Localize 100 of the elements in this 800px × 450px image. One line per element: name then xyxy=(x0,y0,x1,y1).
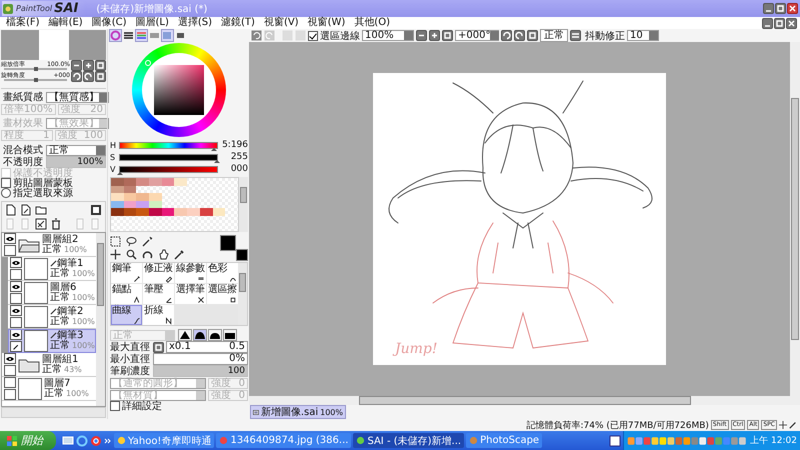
lock-toggle[interactable] xyxy=(4,245,16,256)
flip-button[interactable] xyxy=(570,30,581,41)
taskbar-button[interactable]: PhotoScape xyxy=(466,433,542,448)
opacity-slider[interactable]: 100% xyxy=(46,156,106,168)
desktop-icon[interactable] xyxy=(62,434,74,446)
menu-item[interactable]: 圖層(L) xyxy=(135,17,169,29)
visibility-toggle[interactable] xyxy=(4,233,16,244)
trash-icon[interactable] xyxy=(50,218,62,230)
color-swatch[interactable] xyxy=(174,178,188,186)
color-slider[interactable] xyxy=(119,142,218,148)
swatches-tab[interactable] xyxy=(162,30,173,40)
browser-icon[interactable] xyxy=(90,434,102,446)
menu-item[interactable]: 選擇(S) xyxy=(178,17,212,29)
mask-icon[interactable] xyxy=(90,204,102,216)
hsv-slider-tab[interactable] xyxy=(136,30,147,40)
checkbox-option[interactable]: 剪貼圖層蒙板 xyxy=(1,178,106,188)
brush-tool[interactable]: 鋼筆 xyxy=(111,263,142,283)
brush-tool[interactable]: 修正液 xyxy=(143,263,174,283)
more-icon[interactable] xyxy=(104,436,112,444)
rgb-slider-tab[interactable] xyxy=(123,30,134,40)
layer-item[interactable]: 圖層6 正常 100% xyxy=(8,281,96,305)
color-slider[interactable] xyxy=(119,154,218,160)
size-field[interactable]: x0.1 0.5 xyxy=(166,341,248,353)
color-swatch[interactable] xyxy=(124,178,136,186)
color-swatch[interactable] xyxy=(136,208,150,216)
zoom-in-button[interactable] xyxy=(83,60,94,71)
minimize-button[interactable] xyxy=(763,3,774,14)
brush-tool[interactable]: 曲線 xyxy=(111,305,142,325)
color-swatch[interactable] xyxy=(200,208,213,216)
color-swatch[interactable] xyxy=(212,208,226,216)
reset-button[interactable] xyxy=(527,30,538,41)
brush-tip-shape[interactable] xyxy=(208,329,222,341)
undo-button[interactable] xyxy=(251,30,262,41)
rotate-icon[interactable] xyxy=(142,249,153,260)
browser-icon[interactable] xyxy=(76,434,88,446)
close-button[interactable] xyxy=(787,3,798,14)
color-swatch[interactable] xyxy=(124,193,136,201)
zoom-out-button[interactable] xyxy=(416,30,427,41)
visibility-toggle[interactable] xyxy=(10,329,22,340)
slider-thumb[interactable] xyxy=(34,78,38,82)
rotate-left-button[interactable] xyxy=(501,30,512,41)
checkbox-option[interactable]: 選區邊線 xyxy=(308,30,360,42)
close-button[interactable] xyxy=(786,18,797,28)
eyedropper-icon[interactable] xyxy=(174,249,185,260)
taskbar-button[interactable]: SAI - (未儲存)新增... xyxy=(353,433,464,448)
rotate-left-button[interactable] xyxy=(71,71,82,82)
layer-item[interactable]: 鋼筆3 正常 100% xyxy=(8,329,96,353)
color-swatch[interactable] xyxy=(111,208,124,216)
zoom-in-button[interactable] xyxy=(429,30,440,41)
color-marker[interactable] xyxy=(145,60,151,66)
color-swatch[interactable] xyxy=(149,208,162,216)
layer-item[interactable]: 圖層7 正常 100% xyxy=(2,377,96,401)
taskbar-button[interactable]: 1346409874.jpg (386... xyxy=(216,433,352,448)
color-swatch[interactable] xyxy=(111,193,124,201)
slider-thumb[interactable] xyxy=(214,160,220,162)
color-square[interactable] xyxy=(154,65,204,115)
layer-item[interactable]: 鋼筆2 正常 100% xyxy=(8,305,96,329)
brush-tool[interactable]: 選擇筆 xyxy=(175,284,206,304)
minimize-button[interactable] xyxy=(762,18,773,28)
visibility-toggle[interactable] xyxy=(10,281,22,292)
size-menu-button[interactable] xyxy=(153,342,164,352)
menu-item[interactable]: 檔案(F) xyxy=(6,17,40,29)
foreground-color[interactable] xyxy=(220,235,236,251)
color-swatch[interactable] xyxy=(136,193,150,201)
color-swatch[interactable] xyxy=(136,178,150,186)
visibility-toggle[interactable] xyxy=(4,353,16,364)
document-tab[interactable]: 新增圖像.sai 100% xyxy=(250,405,346,419)
folder-icon[interactable] xyxy=(35,204,47,216)
lock-toggle[interactable] xyxy=(10,317,22,328)
lock-toggle[interactable] xyxy=(4,389,16,400)
layer-item[interactable]: 鋼筆1 正常 100% xyxy=(8,257,96,281)
hand-icon[interactable] xyxy=(158,249,169,260)
reset-button[interactable] xyxy=(442,30,453,41)
clear-layer-icon[interactable] xyxy=(35,218,47,230)
selection-icon[interactable] xyxy=(110,236,121,247)
restore-button[interactable] xyxy=(774,18,785,28)
blend-field[interactable]: 正常 xyxy=(540,29,568,42)
language-icon[interactable] xyxy=(609,434,622,446)
angle-dropdown[interactable]: +000° xyxy=(455,30,499,41)
lock-toggle[interactable] xyxy=(10,293,22,304)
checkbox-option[interactable]: 詳細設定 xyxy=(110,401,248,411)
new-layer-icon[interactable] xyxy=(5,204,17,216)
taskbar-button[interactable]: Yahoo!奇摩即時通 xyxy=(114,433,214,448)
color-swatch[interactable] xyxy=(149,178,162,186)
reset-button[interactable] xyxy=(95,71,106,82)
min-size-field[interactable]: 0% xyxy=(153,353,248,365)
color-wheel-tab[interactable] xyxy=(110,30,121,40)
magic-wand-icon[interactable] xyxy=(142,236,153,247)
color-swatch[interactable] xyxy=(124,208,136,216)
menu-item[interactable]: 其他(O) xyxy=(354,17,390,29)
lock-toggle[interactable] xyxy=(10,269,22,280)
visibility-toggle[interactable] xyxy=(4,377,16,388)
color-swatch[interactable] xyxy=(187,208,200,216)
zoom-icon[interactable] xyxy=(126,249,137,260)
lock-toggle[interactable] xyxy=(4,365,16,376)
density-slider[interactable]: 100 xyxy=(153,365,248,377)
texture-dropdown[interactable]: 【無質感】 xyxy=(46,92,109,102)
brush-tool[interactable]: 選區擦 xyxy=(207,284,238,304)
color-swatch[interactable] xyxy=(174,208,188,216)
visibility-toggle[interactable] xyxy=(10,257,22,268)
